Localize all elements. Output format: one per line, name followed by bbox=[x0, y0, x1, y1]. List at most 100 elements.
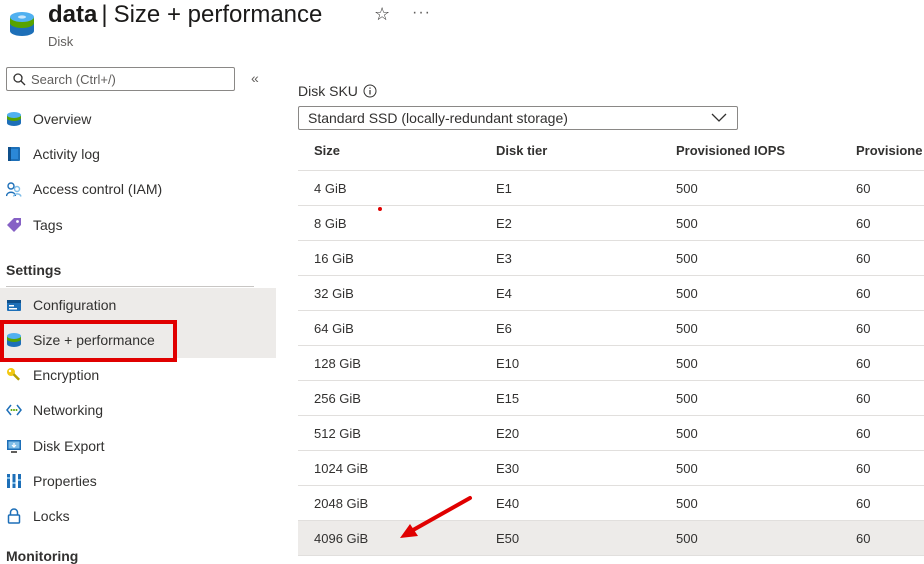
collapse-sidebar-button[interactable]: « bbox=[251, 70, 259, 86]
disk-size-table: Size Disk tier Provisioned IOPS Provisio… bbox=[298, 133, 924, 556]
table-row[interactable]: 1024 GiB E30 500 60 bbox=[298, 451, 924, 486]
sidebar-item-locks[interactable]: Locks bbox=[0, 499, 276, 534]
disk-tier-cell: E2 bbox=[496, 216, 512, 231]
size-cell: 4 GiB bbox=[314, 181, 347, 196]
settings-section-header: Settings bbox=[6, 262, 62, 278]
sidebar-item-label: Configuration bbox=[33, 297, 117, 313]
sidebar-item-activity-log[interactable]: Activity log bbox=[0, 137, 276, 172]
table-row[interactable]: 4 GiB E1 500 60 bbox=[298, 171, 924, 206]
sidebar-divider bbox=[6, 286, 254, 287]
size-cell: 128 GiB bbox=[314, 356, 361, 371]
size-cell: 256 GiB bbox=[314, 391, 361, 406]
size-cell: 2048 GiB bbox=[314, 496, 369, 511]
iops-cell: 500 bbox=[676, 356, 698, 371]
iam-icon bbox=[6, 182, 22, 197]
red-dot-annotation bbox=[378, 207, 382, 211]
size-cell: 32 GiB bbox=[314, 286, 354, 301]
throughput-cell: 60 bbox=[856, 286, 871, 301]
sidebar-item-overview[interactable]: Overview bbox=[0, 102, 276, 137]
size-cell: 1024 GiB bbox=[314, 461, 369, 476]
column-header-throughput[interactable]: Provisione bbox=[856, 143, 922, 158]
disk-tier-cell: E20 bbox=[496, 426, 520, 441]
throughput-cell: 60 bbox=[856, 356, 871, 371]
disk-tier-cell: E50 bbox=[496, 531, 520, 546]
column-header-disk-tier[interactable]: Disk tier bbox=[496, 143, 547, 158]
sidebar-item-label: Overview bbox=[33, 111, 92, 127]
iops-cell: 500 bbox=[676, 181, 698, 196]
table-row[interactable]: 8 GiB E2 500 60 bbox=[298, 206, 924, 241]
search-input[interactable] bbox=[31, 70, 226, 88]
size-cell: 512 GiB bbox=[314, 426, 361, 441]
sidebar-item-disk-export[interactable]: Disk Export bbox=[0, 429, 276, 464]
throughput-cell: 60 bbox=[856, 181, 871, 196]
tag-icon bbox=[7, 218, 21, 232]
more-button[interactable]: ··· bbox=[412, 4, 431, 22]
sidebar-item-label: Access control (IAM) bbox=[33, 181, 163, 197]
column-header-size[interactable]: Size bbox=[314, 143, 340, 158]
sidebar-item-label: Locks bbox=[33, 508, 70, 524]
table-row[interactable]: 16 GiB E3 500 60 bbox=[298, 241, 924, 276]
configuration-icon bbox=[7, 300, 21, 311]
throughput-cell: 60 bbox=[856, 216, 871, 231]
iops-cell: 500 bbox=[676, 216, 698, 231]
sidebar-item-encryption[interactable]: Encryption bbox=[0, 358, 276, 393]
iops-cell: 500 bbox=[676, 286, 698, 301]
networking-icon bbox=[6, 404, 22, 416]
disk-icon bbox=[7, 112, 21, 126]
info-icon[interactable] bbox=[363, 84, 377, 98]
sidebar-item-label: Activity log bbox=[33, 146, 100, 162]
red-arrow-annotation bbox=[400, 496, 472, 538]
disk-tier-cell: E40 bbox=[496, 496, 520, 511]
title-separator: | bbox=[101, 1, 108, 28]
throughput-cell: 60 bbox=[856, 531, 871, 546]
search-box[interactable] bbox=[6, 67, 235, 91]
throughput-cell: 60 bbox=[856, 426, 871, 441]
size-cell: 4096 GiB bbox=[314, 531, 369, 546]
size-cell: 64 GiB bbox=[314, 321, 354, 336]
sidebar-item-networking[interactable]: Networking bbox=[0, 393, 276, 428]
resource-name: data bbox=[48, 1, 98, 28]
throughput-cell: 60 bbox=[856, 496, 871, 511]
resource-type: Disk bbox=[48, 34, 74, 49]
table-row[interactable]: 256 GiB E15 500 60 bbox=[298, 381, 924, 416]
throughput-cell: 60 bbox=[856, 251, 871, 266]
sidebar-item-label: Disk Export bbox=[33, 438, 105, 454]
iops-cell: 500 bbox=[676, 321, 698, 336]
disk-sku-dropdown[interactable]: Standard SSD (locally-redundant storage) bbox=[298, 106, 738, 130]
disk-tier-cell: E30 bbox=[496, 461, 520, 476]
sidebar-item-label: Tags bbox=[33, 217, 63, 233]
sidebar-item-configuration[interactable]: Configuration bbox=[0, 288, 276, 323]
iops-cell: 500 bbox=[676, 426, 698, 441]
size-cell: 16 GiB bbox=[314, 251, 354, 266]
sidebar-item-label: Networking bbox=[33, 402, 104, 418]
star-icon[interactable]: ☆ bbox=[374, 4, 390, 25]
iops-cell: 500 bbox=[676, 496, 698, 511]
disk-sku-label: Disk SKU bbox=[298, 83, 358, 99]
lock-icon bbox=[7, 508, 21, 524]
disk-tier-cell: E15 bbox=[496, 391, 520, 406]
properties-icon bbox=[7, 474, 21, 488]
table-row[interactable]: 4096 GiB E50 500 60 bbox=[298, 521, 924, 556]
table-row[interactable]: 64 GiB E6 500 60 bbox=[298, 311, 924, 346]
iops-cell: 500 bbox=[676, 461, 698, 476]
export-icon bbox=[7, 440, 21, 453]
disk-sku-selected-value: Standard SSD (locally-redundant storage) bbox=[308, 110, 568, 126]
column-header-iops[interactable]: Provisioned IOPS bbox=[676, 143, 785, 158]
sidebar-item-tags[interactable]: Tags bbox=[0, 208, 276, 243]
table-row[interactable]: 32 GiB E4 500 60 bbox=[298, 276, 924, 311]
sidebar-item-access-control[interactable]: Access control (IAM) bbox=[0, 172, 276, 207]
page-name: Size + performance bbox=[113, 1, 323, 28]
sidebar-item-properties[interactable]: Properties bbox=[0, 464, 276, 499]
disk-tier-cell: E3 bbox=[496, 251, 512, 266]
page-title: data | Size + performance bbox=[48, 0, 322, 30]
table-row[interactable]: 2048 GiB E40 500 60 bbox=[298, 486, 924, 521]
iops-cell: 500 bbox=[676, 251, 698, 266]
iops-cell: 500 bbox=[676, 391, 698, 406]
table-row[interactable]: 512 GiB E20 500 60 bbox=[298, 416, 924, 451]
throughput-cell: 60 bbox=[856, 391, 871, 406]
disk-tier-cell: E4 bbox=[496, 286, 512, 301]
sidebar-item-label: Properties bbox=[33, 473, 97, 489]
disk-tier-cell: E6 bbox=[496, 321, 512, 336]
disk-tier-cell: E1 bbox=[496, 181, 512, 196]
table-row[interactable]: 128 GiB E10 500 60 bbox=[298, 346, 924, 381]
